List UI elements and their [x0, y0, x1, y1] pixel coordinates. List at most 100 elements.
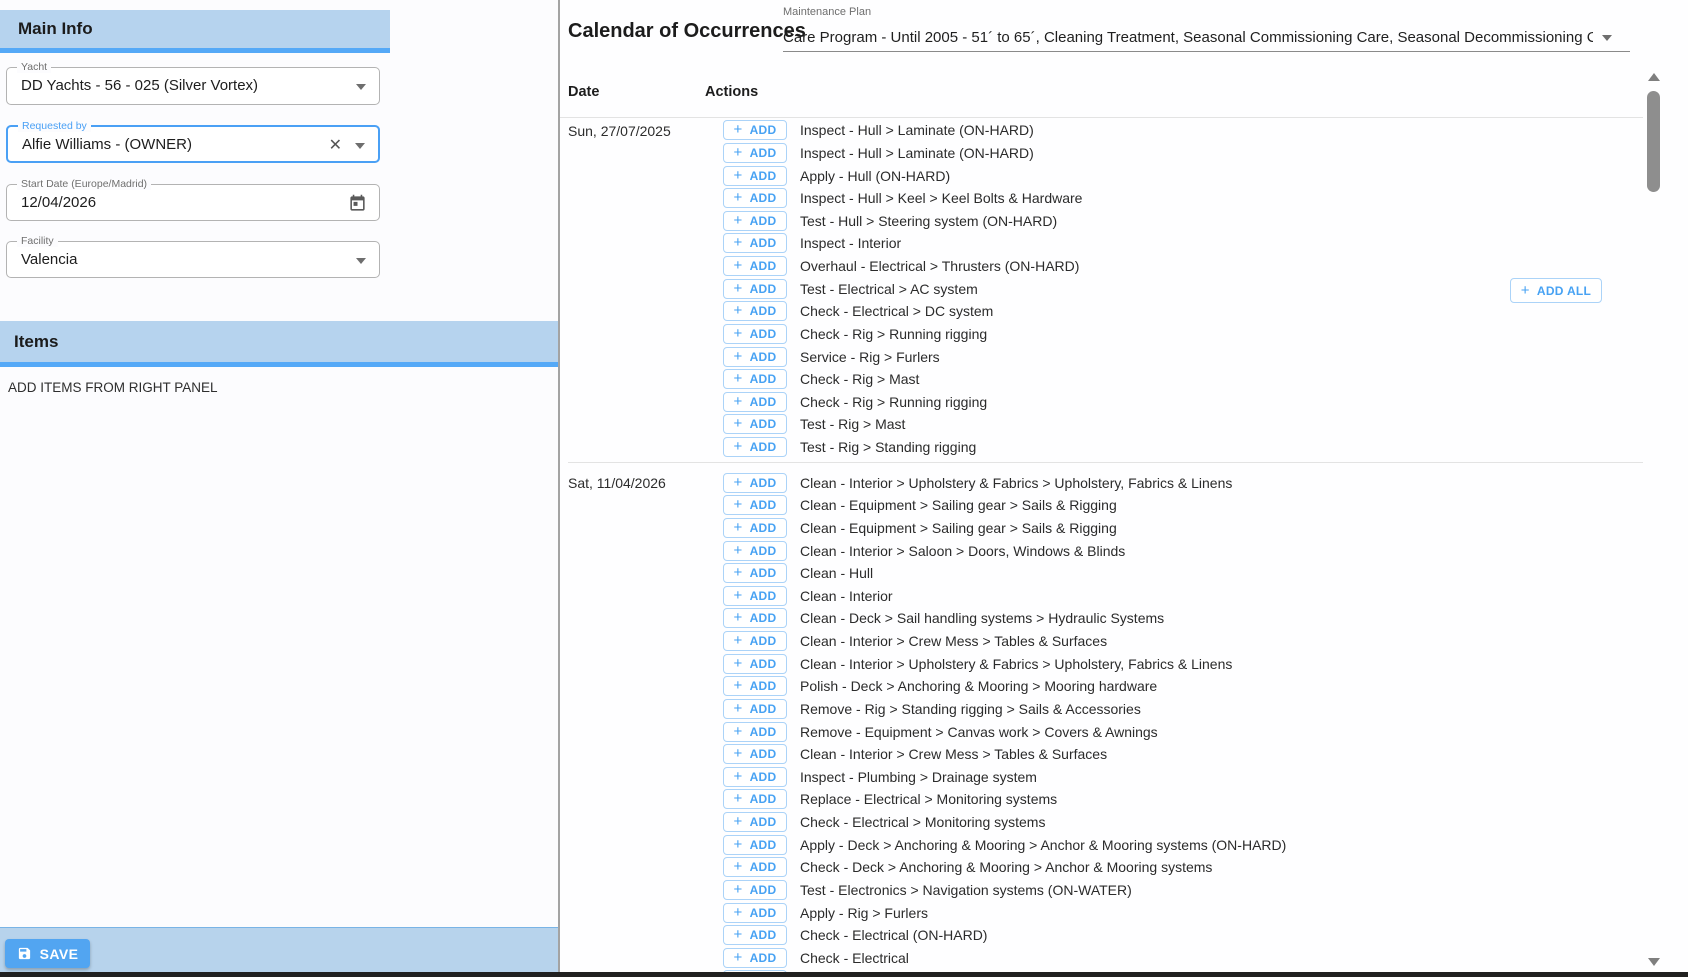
occurrence-row: +ADDClean - Interior > Crew Mess > Table… — [723, 630, 1643, 653]
add-button[interactable]: +ADD — [723, 414, 787, 434]
chevron-down-icon[interactable] — [356, 84, 366, 90]
add-button[interactable]: +ADD — [723, 120, 787, 140]
facility-select[interactable]: Facility Valencia — [6, 241, 380, 278]
add-button-label: ADD — [750, 169, 777, 183]
add-button[interactable]: +ADD — [723, 744, 787, 764]
add-button[interactable]: +ADD — [723, 767, 787, 787]
plus-icon: + — [734, 393, 743, 410]
plus-icon: + — [734, 415, 743, 432]
add-button-label: ADD — [750, 702, 777, 716]
occurrence-row: +ADDApply - Rig > Furlers — [723, 901, 1643, 924]
occurrence-description: Check - Electrical > DC system — [800, 303, 993, 319]
occurrence-row: +ADDReplace - Electrical > Monitoring sy… — [723, 788, 1643, 811]
add-button[interactable]: +ADD — [723, 631, 787, 651]
occurrence-description: Apply - Deck > Anchoring & Mooring > Anc… — [800, 837, 1286, 853]
occurrence-description: Check - Electrical > Monitoring systems — [800, 814, 1045, 830]
add-button-label: ADD — [750, 589, 777, 603]
add-button-label: ADD — [750, 928, 777, 942]
add-button[interactable]: +ADD — [723, 903, 787, 923]
add-button[interactable]: +ADD — [723, 880, 787, 900]
add-button[interactable]: +ADD — [723, 812, 787, 832]
add-button[interactable]: +ADD — [723, 948, 787, 968]
add-button[interactable]: +ADD — [723, 211, 787, 231]
chevron-down-icon[interactable] — [356, 258, 366, 264]
occurrence-description: Clean - Equipment > Sailing gear > Sails… — [800, 520, 1117, 536]
occurrence-groups: Sun, 27/07/2025+ADDInspect - Hull > Lami… — [568, 119, 1643, 972]
add-button-label: ADD — [750, 146, 777, 160]
add-button[interactable]: +ADD — [723, 676, 787, 696]
scrollbar-thumb[interactable] — [1647, 91, 1660, 192]
chevron-down-icon[interactable] — [1602, 35, 1612, 41]
occurrence-row: +ADDCheck - Electrical (ON-HARD) — [723, 924, 1643, 947]
add-button[interactable]: +ADD — [723, 233, 787, 253]
add-button[interactable]: +ADD — [723, 563, 787, 583]
add-button-label: ADD — [750, 770, 777, 784]
occurrence-row: +ADDTest - Rig > Standing rigging — [723, 436, 1643, 459]
add-button-label: ADD — [750, 679, 777, 693]
occurrence-description: Check - Rig > Running rigging — [800, 326, 987, 342]
clear-icon[interactable]: ✕ — [329, 135, 342, 155]
add-button[interactable]: +ADD — [723, 518, 787, 538]
add-button[interactable]: +ADD — [723, 722, 787, 742]
occurrence-row: +ADDCheck - Rig > Mast — [723, 368, 1643, 391]
add-button-label: ADD — [750, 191, 777, 205]
add-button[interactable]: +ADD — [723, 495, 787, 515]
occurrence-description: Test - Electronics > Navigation systems … — [800, 882, 1132, 898]
chevron-down-icon[interactable] — [355, 143, 365, 149]
occurrence-description: Overhaul - Electrical > Thrusters (ON-HA… — [800, 258, 1079, 274]
add-button[interactable]: +ADD — [723, 347, 787, 367]
occurrence-description: Inspect - Hull > Laminate (ON-HARD) — [800, 122, 1034, 138]
add-button[interactable]: +ADD — [723, 473, 787, 493]
start-date-field[interactable]: Start Date (Europe/Madrid) 12/04/2026 — [6, 184, 380, 221]
plus-icon: + — [734, 813, 743, 830]
add-all-button-label: ADD ALL — [1537, 284, 1591, 298]
occurrence-row: +ADDClean - Interior > Upholstery & Fabr… — [723, 471, 1643, 494]
plus-icon: + — [734, 836, 743, 853]
add-all-button[interactable]: + ADD ALL — [1510, 278, 1602, 303]
add-button[interactable]: + ADD — [723, 166, 787, 186]
maintenance-plan-app: Main Info Yacht DD Yachts - 56 - 025 (Si… — [0, 0, 1688, 977]
add-button-label: ADD — [750, 350, 777, 364]
add-button[interactable]: +ADD — [723, 541, 787, 561]
occurrence-row: +ADDCheck - Rig > Running rigging — [723, 391, 1643, 414]
add-button[interactable]: +ADD — [723, 608, 787, 628]
add-button[interactable]: +ADD — [723, 301, 787, 321]
calendar-icon[interactable] — [348, 194, 367, 213]
save-button[interactable]: SAVE — [5, 939, 90, 968]
add-button[interactable]: +ADD — [723, 369, 787, 389]
plus-icon: + — [734, 167, 743, 184]
plus-icon: + — [734, 438, 743, 455]
add-button[interactable]: +ADD — [723, 437, 787, 457]
add-button-label: ADD — [750, 792, 777, 806]
add-button[interactable]: +ADD — [723, 857, 787, 877]
add-button[interactable]: +ADD — [723, 835, 787, 855]
requested-by-select[interactable]: Requested by Alfie Williams - (OWNER) ✕ — [6, 125, 380, 163]
yacht-select[interactable]: Yacht DD Yachts - 56 - 025 (Silver Vorte… — [6, 67, 380, 105]
add-button[interactable]: +ADD — [723, 654, 787, 674]
add-button[interactable]: +ADD — [723, 699, 787, 719]
date-group: Sat, 11/04/2026+ADDClean - Interior > Up… — [568, 462, 1643, 972]
add-button[interactable]: +ADD — [723, 925, 787, 945]
add-button[interactable]: +ADD — [723, 256, 787, 276]
occurrence-row: +ADDClean - Interior > Upholstery & Fabr… — [723, 652, 1643, 675]
occurrence-description: Test - Rig > Mast — [800, 416, 905, 432]
main-info-header: Main Info — [0, 10, 390, 48]
plus-icon: + — [734, 474, 743, 491]
add-button[interactable]: +ADD — [723, 279, 787, 299]
add-button[interactable]: +ADD — [723, 324, 787, 344]
occurrence-row: +ADDClean - Equipment > Sailing gear > S… — [723, 494, 1643, 517]
plus-icon: + — [734, 144, 743, 161]
add-button[interactable]: +ADD — [723, 392, 787, 412]
scrollbar-up-arrow-icon[interactable] — [1648, 73, 1660, 81]
add-button[interactable]: +ADD — [723, 586, 787, 606]
add-button[interactable]: +ADD — [723, 789, 787, 809]
maintenance-plan-select[interactable]: Maintenance Plan Care Program - Until 20… — [783, 4, 1630, 52]
items-header: Items — [0, 321, 558, 362]
occurrence-row: +ADD Check - Electrical > Monitoring syst… — [723, 811, 1643, 834]
occurrence-row: +ADDClean - Interior > Saloon > Doors, W… — [723, 539, 1643, 562]
add-button-label: ADD — [750, 860, 777, 874]
add-button[interactable]: + ADD — [723, 143, 787, 163]
scrollbar-down-arrow-icon[interactable] — [1648, 958, 1660, 966]
add-button[interactable]: +ADD — [723, 188, 787, 208]
occurrence-row: +ADDClean - Interior — [723, 585, 1643, 608]
